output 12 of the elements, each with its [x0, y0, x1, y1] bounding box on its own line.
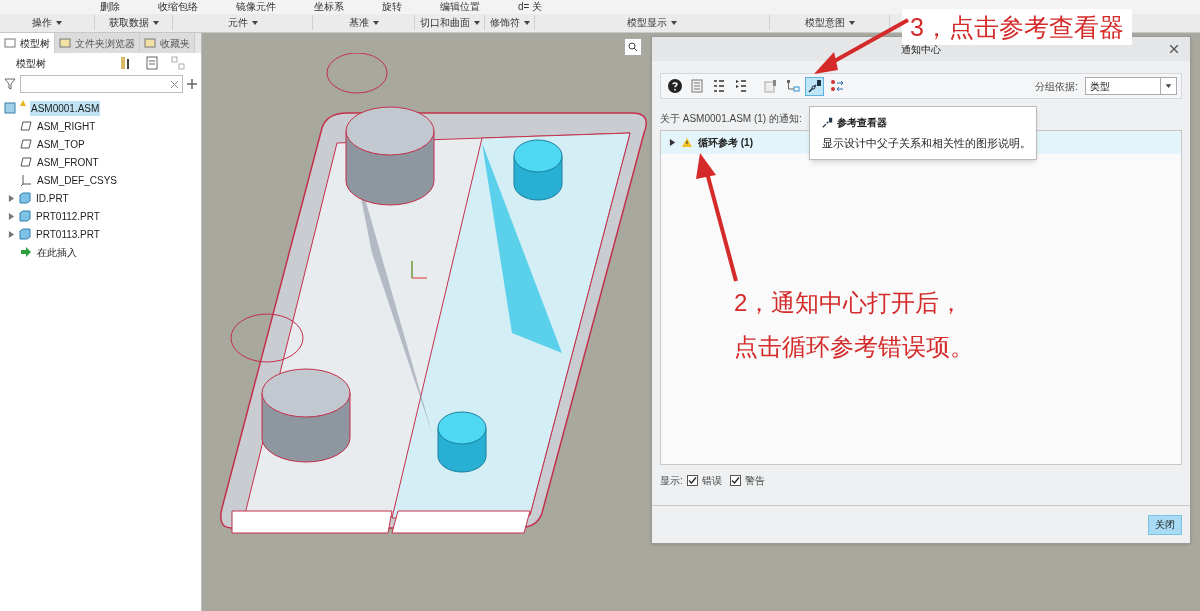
annotation-text: 3，点击参考查看器 — [902, 9, 1132, 45]
annotation-text: 2，通知中心打开后， 点击循环参考错误项。 — [734, 288, 974, 362]
notification-heading: 关于 ASM0001.ASM (1) 的通知: — [660, 112, 802, 126]
tooltip-title: 参考查看器 — [837, 116, 887, 130]
panel-title: 模型树 — [16, 56, 46, 71]
tooltip-text: 显示设计中父子关系和相关性的图形说明。 — [822, 136, 1024, 151]
checkbox-label: 错误 — [701, 474, 722, 488]
dialog-title: 通知中心 — [901, 42, 941, 57]
group-by-label: 分组依据: — [1035, 79, 1078, 94]
notification-label: 循环参考 (1) — [698, 136, 753, 150]
checkbox-label: 警告 — [744, 474, 765, 488]
show-label: 显示: — [660, 474, 683, 488]
